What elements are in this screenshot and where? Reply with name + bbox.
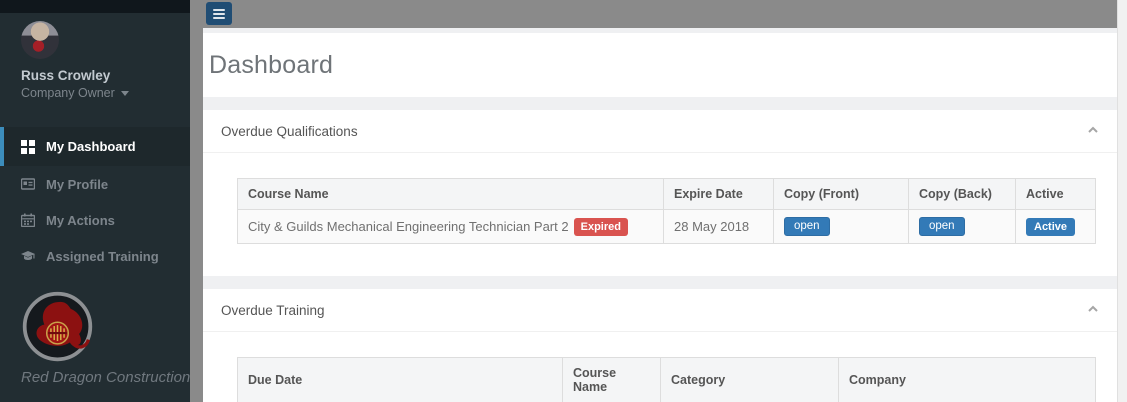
sidebar-item-my-actions[interactable]: My Actions (0, 202, 190, 238)
copy-back-cell: open (908, 209, 1016, 244)
sidebar-item-my-dashboard[interactable]: My Dashboard (0, 127, 190, 166)
id-card-icon (21, 177, 35, 191)
column-header-company: Company (838, 357, 1096, 402)
company-brand: Red Dragon Construction (0, 289, 190, 386)
table-header-row: Due Date Course Name Category Company (237, 357, 1096, 402)
open-back-button[interactable]: open (919, 217, 965, 236)
sidebar-header-band (0, 0, 190, 13)
active-cell: Active (1015, 209, 1096, 244)
panel-body: Course Name Expire Date Copy (Front) Cop… (203, 153, 1117, 276)
calendar-icon (21, 213, 35, 227)
table-header-row: Course Name Expire Date Copy (Front) Cop… (237, 178, 1096, 210)
collapse-chevron-up-icon[interactable] (1085, 301, 1101, 317)
column-header-course-name: Course Name (562, 357, 661, 402)
user-name: Russ Crowley (21, 68, 111, 83)
overdue-qualifications-table: Course Name Expire Date Copy (Front) Cop… (237, 178, 1096, 244)
expire-date-cell: 28 May 2018 (663, 209, 774, 244)
copy-front-cell: open (773, 209, 909, 244)
collapse-chevron-up-icon[interactable] (1085, 122, 1101, 138)
sidebar-item-label: My Actions (46, 212, 115, 228)
sidebar-nav: My Dashboard My Profile My Actions Assig… (0, 127, 190, 274)
sidebar: Russ Crowley Company Owner My Dashboard … (0, 0, 190, 402)
table-row: City & Guilds Mechanical Engineering Tec… (237, 209, 1096, 244)
company-name: Red Dragon Construction (21, 369, 191, 386)
sidebar-toggle-button[interactable] (206, 2, 232, 25)
app-window: Russ Crowley Company Owner My Dashboard … (0, 0, 1127, 402)
main-content: Dashboard Overdue Qualifications Course … (203, 28, 1117, 402)
panel-body: Due Date Course Name Category Company (203, 332, 1117, 402)
panel-heading: Overdue Training (203, 289, 1117, 332)
sidebar-item-assigned-training[interactable]: Assigned Training (0, 238, 190, 274)
caret-down-icon (120, 90, 129, 96)
column-header-due-date: Due Date (237, 357, 563, 402)
column-header-course-name: Course Name (237, 178, 664, 210)
dashboard-grid-icon (21, 139, 35, 154)
sidebar-item-label: My Profile (46, 176, 109, 192)
topbar (190, 0, 1117, 28)
content-header: Dashboard (203, 33, 1117, 97)
column-header-copy-back: Copy (Back) (908, 178, 1016, 210)
expired-status-badge: Expired (573, 217, 628, 236)
sidebar-item-label: Assigned Training (46, 248, 159, 264)
panel-overdue-training: Overdue Training Due Date Course Name Ca… (203, 289, 1117, 402)
sidebar-item-label: My Dashboard (46, 139, 136, 154)
scrollbar[interactable] (1117, 0, 1127, 402)
column-header-copy-front: Copy (Front) (773, 178, 909, 210)
panel-heading: Overdue Qualifications (203, 110, 1117, 153)
graduation-cap-icon (21, 249, 35, 263)
sidebar-item-my-profile[interactable]: My Profile (0, 166, 190, 202)
course-name-text: City & Guilds Mechanical Engineering Tec… (248, 218, 569, 234)
column-header-active: Active (1015, 178, 1096, 210)
panel-title: Overdue Qualifications (221, 124, 358, 139)
company-logo (22, 291, 93, 362)
overdue-training-table: Due Date Course Name Category Company (237, 357, 1096, 402)
user-role-dropdown[interactable]: Company Owner (21, 86, 190, 100)
panel-overdue-qualifications: Overdue Qualifications Course Name Expir… (203, 110, 1117, 276)
column-header-category: Category (660, 357, 839, 402)
user-panel: Russ Crowley Company Owner (0, 13, 190, 100)
open-front-button[interactable]: open (784, 217, 830, 236)
active-status-badge[interactable]: Active (1026, 217, 1076, 236)
user-role-label: Company Owner (21, 86, 115, 100)
page-title: Dashboard (209, 50, 334, 79)
course-name-cell: City & Guilds Mechanical Engineering Tec… (237, 209, 664, 244)
hamburger-icon (213, 8, 225, 11)
column-header-expire-date: Expire Date (663, 178, 774, 210)
avatar (21, 21, 59, 59)
panel-title: Overdue Training (221, 303, 325, 318)
